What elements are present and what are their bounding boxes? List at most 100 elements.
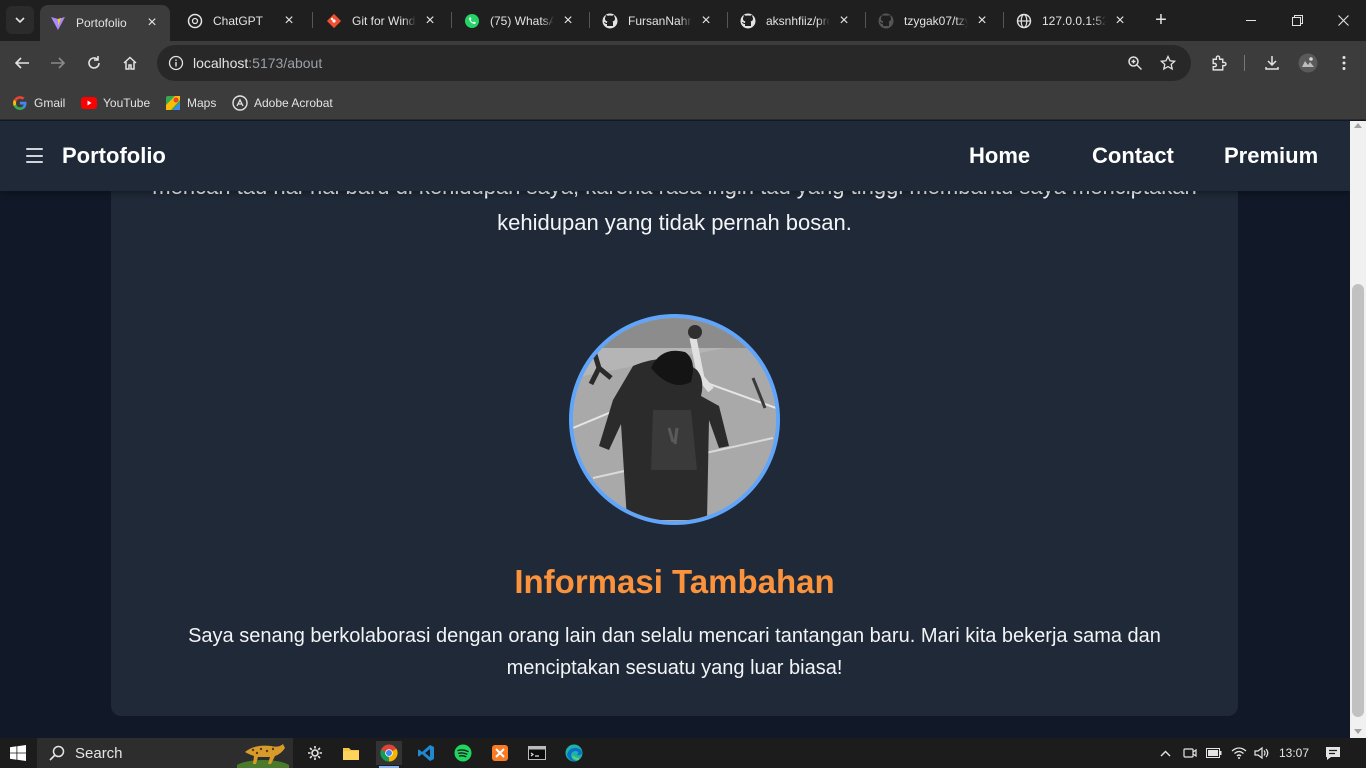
search-highlight-icon xyxy=(237,744,289,768)
minimize-button[interactable] xyxy=(1231,6,1271,34)
bookmark-adobe-acrobat[interactable]: Adobe Acrobat xyxy=(232,92,333,114)
taskbar-chrome[interactable] xyxy=(376,741,402,768)
nav-home[interactable]: Home xyxy=(969,143,1030,169)
tab-git-for-windows[interactable]: Git for Windows × xyxy=(316,6,448,35)
xampp-icon xyxy=(492,745,508,761)
new-tab-button[interactable]: + xyxy=(1149,8,1173,32)
chatgpt-icon xyxy=(187,13,203,29)
tab-title: (75) WhatsApp xyxy=(490,13,554,28)
google-icon xyxy=(12,95,28,111)
puzzle-icon xyxy=(1211,54,1227,71)
taskbar: Search 13:07 xyxy=(0,738,1366,768)
tab-title: ChatGPT xyxy=(213,13,264,28)
tray-overflow[interactable] xyxy=(1155,738,1175,768)
tab-whatsapp[interactable]: (75) WhatsApp × xyxy=(454,6,586,35)
close-icon[interactable]: × xyxy=(834,11,854,31)
zoom-icon[interactable] xyxy=(1123,51,1147,75)
site-info-icon[interactable] xyxy=(165,52,187,74)
tab-title: FursanNahr/ xyxy=(628,13,692,28)
url-host: localhost xyxy=(193,55,249,71)
scroll-up-arrow[interactable] xyxy=(1354,123,1362,128)
info-title: Informasi Tambahan xyxy=(514,563,835,600)
tray-notifications[interactable] xyxy=(1322,738,1344,768)
taskbar-terminal[interactable] xyxy=(524,741,550,765)
speaker-icon xyxy=(1254,746,1269,760)
taskbar-search-placeholder: Search xyxy=(75,744,123,762)
tab-separator xyxy=(1003,12,1004,28)
acrobat-icon xyxy=(232,95,248,111)
url-path: :5173/about xyxy=(248,55,323,71)
download-icon xyxy=(1265,56,1279,70)
nav-contact[interactable]: Contact xyxy=(1092,143,1174,169)
start-button[interactable] xyxy=(0,738,36,768)
close-icon xyxy=(1337,14,1349,26)
edge-icon xyxy=(565,744,583,762)
tab-github-aksnhfiiz[interactable]: aksnhfiiz/pro × xyxy=(730,6,862,35)
info-paragraph: Saya senang berkolaborasi dengan orang l… xyxy=(188,625,1161,679)
taskbar-edge[interactable] xyxy=(561,741,587,765)
taskbar-file-explorer[interactable] xyxy=(338,741,364,765)
tray-volume[interactable] xyxy=(1252,738,1272,768)
site-brand[interactable]: Portofolio xyxy=(62,143,166,169)
spotify-icon xyxy=(454,744,472,762)
close-icon[interactable]: × xyxy=(972,11,992,31)
bookmark-gmail[interactable]: Gmail xyxy=(12,92,65,114)
search-icon xyxy=(49,745,65,761)
taskbar-settings[interactable] xyxy=(302,741,328,765)
close-icon[interactable]: × xyxy=(696,11,716,31)
downloads-button[interactable] xyxy=(1258,49,1286,77)
scroll-down-arrow[interactable] xyxy=(1354,729,1362,734)
tab-localhost-ip[interactable]: 127.0.0.1:521 × xyxy=(1006,6,1138,35)
close-icon[interactable]: × xyxy=(142,13,162,33)
tray-wifi[interactable] xyxy=(1229,738,1249,768)
profile-photo xyxy=(569,314,780,525)
chevron-up-icon xyxy=(1160,750,1170,756)
close-icon[interactable]: × xyxy=(1110,11,1130,31)
whatsapp-icon xyxy=(464,13,480,29)
tab-search-button[interactable] xyxy=(6,6,34,34)
star-icon[interactable] xyxy=(1156,51,1180,75)
taskbar-xampp[interactable] xyxy=(487,741,513,765)
close-icon[interactable]: × xyxy=(420,11,440,31)
hamburger-menu-icon[interactable] xyxy=(26,148,43,163)
close-icon[interactable]: × xyxy=(558,11,578,31)
gear-icon xyxy=(308,746,322,760)
tray-meet-now[interactable] xyxy=(1180,738,1200,768)
tab-chatgpt[interactable]: ChatGPT × xyxy=(177,6,307,35)
vite-icon xyxy=(50,15,66,31)
tray-clock[interactable]: 13:07 xyxy=(1276,738,1312,768)
browser-menu-button[interactable] xyxy=(1330,49,1358,77)
reload-button[interactable] xyxy=(80,49,108,77)
address-bar[interactable]: localhost:5173/about xyxy=(157,45,1191,81)
tab-github-fursannahr[interactable]: FursanNahr/ × xyxy=(592,6,724,35)
close-window-button[interactable] xyxy=(1323,6,1363,34)
video-icon xyxy=(1183,748,1197,758)
scrollbar-thumb[interactable] xyxy=(1352,284,1364,717)
profile-avatar[interactable] xyxy=(1294,49,1322,77)
tab-strip: Portofolio × ChatGPT × Git for Windows ×… xyxy=(0,0,1366,41)
arrow-left-icon xyxy=(14,57,29,69)
nav-premium[interactable]: Premium xyxy=(1224,143,1318,169)
windows-logo-icon xyxy=(10,745,26,761)
tab-github-tzygak07[interactable]: tzygak07/tzy × xyxy=(868,6,1000,35)
page-scrollbar[interactable] xyxy=(1350,121,1366,738)
minimize-icon xyxy=(1246,19,1256,21)
tab-title: Git for Windows xyxy=(352,13,416,28)
tray-battery[interactable] xyxy=(1204,738,1224,768)
taskbar-vscode[interactable] xyxy=(413,741,439,765)
forward-button[interactable] xyxy=(44,49,72,77)
profile-photo-image xyxy=(573,318,776,521)
wifi-icon xyxy=(1231,747,1247,759)
home-button[interactable] xyxy=(116,49,144,77)
restore-button[interactable] xyxy=(1277,6,1317,34)
tab-portofolio[interactable]: Portofolio × xyxy=(40,5,170,41)
taskbar-search[interactable]: Search xyxy=(37,738,293,768)
back-button[interactable] xyxy=(8,49,36,77)
extensions-button[interactable] xyxy=(1204,49,1232,77)
bookmark-maps[interactable]: Maps xyxy=(165,92,216,114)
bookmark-youtube[interactable]: YouTube xyxy=(81,92,150,114)
toolbar-divider xyxy=(1244,55,1245,71)
taskbar-spotify[interactable] xyxy=(450,741,476,765)
close-icon[interactable]: × xyxy=(279,11,299,31)
about-card: masalah dunia nyata. Saya merupakan seor… xyxy=(111,121,1238,716)
